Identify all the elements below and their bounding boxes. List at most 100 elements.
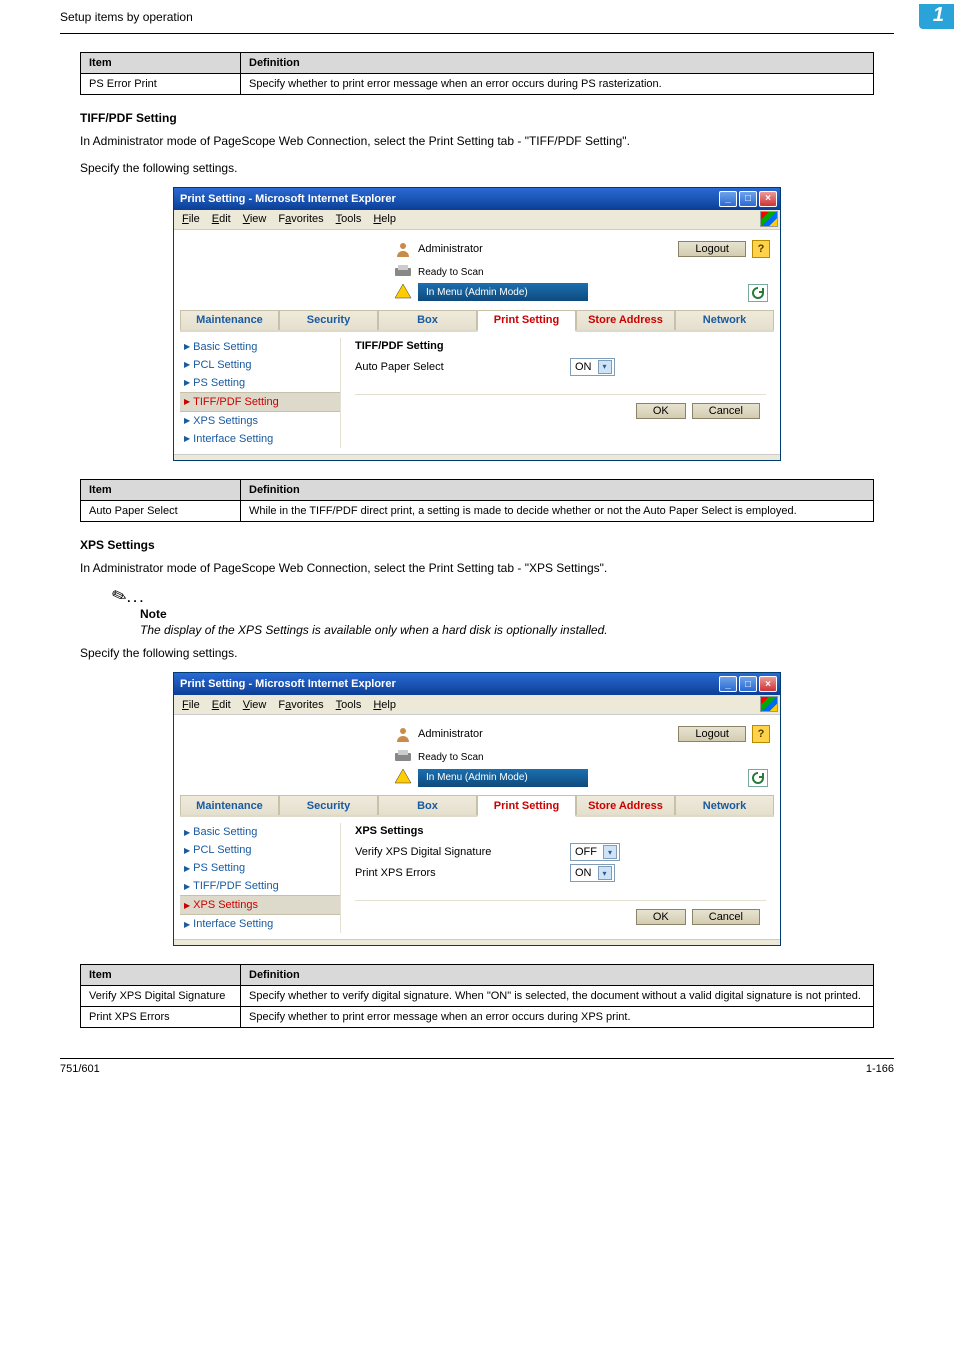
- tab-network[interactable]: Network: [675, 795, 774, 815]
- sidebar-item-interface[interactable]: ▶Interface Setting: [180, 430, 340, 448]
- tab-network[interactable]: Network: [675, 310, 774, 330]
- table-cell-item: PS Error Print: [81, 74, 241, 95]
- note-text: The display of the XPS Settings is avail…: [140, 623, 874, 637]
- sidebar-item-basic[interactable]: ▶Basic Setting: [180, 823, 340, 841]
- menu-favorites[interactable]: Favorites: [274, 213, 327, 225]
- close-icon[interactable]: ×: [759, 676, 777, 692]
- maximize-icon[interactable]: □: [739, 191, 757, 207]
- ready-status-text: Ready to Scan: [418, 752, 484, 763]
- menu-help[interactable]: Help: [369, 699, 400, 711]
- sidebar-item-label: Basic Setting: [193, 341, 257, 353]
- logout-button[interactable]: Logout: [678, 241, 746, 257]
- sidebar-item-basic[interactable]: ▶Basic Setting: [180, 338, 340, 356]
- tab-security[interactable]: Security: [279, 310, 378, 330]
- ok-button[interactable]: OK: [636, 909, 686, 925]
- sidebar-item-label: PS Setting: [193, 862, 245, 874]
- menu-view[interactable]: View: [239, 213, 271, 225]
- cancel-button[interactable]: Cancel: [692, 909, 760, 925]
- mode-indicator: In Menu (Admin Mode): [418, 769, 588, 787]
- menu-edit[interactable]: Edit: [208, 699, 235, 711]
- chapter-badge: 1: [919, 4, 954, 29]
- minimize-icon[interactable]: _: [719, 191, 737, 207]
- sidebar-item-xps[interactable]: ▶XPS Settings: [180, 895, 340, 915]
- menu-edit[interactable]: Edit: [208, 213, 235, 225]
- help-icon[interactable]: ?: [752, 725, 770, 743]
- chevron-down-icon: ▾: [598, 866, 612, 880]
- select-auto-paper[interactable]: ON ▾: [570, 358, 615, 376]
- menu-help[interactable]: Help: [369, 213, 400, 225]
- triangle-icon: ▶: [184, 920, 190, 929]
- menu-file[interactable]: File: [178, 699, 204, 711]
- ie-logo-icon: [760, 211, 778, 227]
- sidebar-item-pcl[interactable]: ▶PCL Setting: [180, 356, 340, 374]
- close-icon[interactable]: ×: [759, 191, 777, 207]
- body-text: In Administrator mode of PageScope Web C…: [80, 133, 874, 150]
- ie-menubar: File Edit View Favorites Tools Help: [174, 210, 780, 230]
- triangle-icon: ▶: [184, 342, 190, 351]
- select-value: ON: [575, 361, 592, 373]
- cancel-button[interactable]: Cancel: [692, 403, 760, 419]
- triangle-icon: ▶: [184, 882, 190, 891]
- refresh-icon[interactable]: [748, 284, 768, 302]
- administrator-label: Administrator: [418, 728, 483, 740]
- help-icon[interactable]: ?: [752, 240, 770, 258]
- window-statusbar: [174, 454, 780, 460]
- body-text: In Administrator mode of PageScope Web C…: [80, 560, 874, 577]
- menu-file[interactable]: File: [178, 213, 204, 225]
- form-label-auto-paper: Auto Paper Select: [355, 361, 550, 373]
- tab-print-setting[interactable]: Print Setting: [477, 310, 576, 332]
- tab-store-address[interactable]: Store Address: [576, 310, 675, 330]
- table-cell-definition: Specify whether to print error message w…: [241, 1007, 874, 1028]
- sidebar-item-interface[interactable]: ▶Interface Setting: [180, 915, 340, 933]
- panel-title: XPS Settings: [355, 825, 766, 837]
- triangle-icon: ▶: [184, 360, 190, 369]
- main-panel: TIFF/PDF Setting Auto Paper Select ON ▾ …: [340, 338, 774, 448]
- tab-maintenance[interactable]: Maintenance: [180, 310, 279, 330]
- sidebar-item-ps[interactable]: ▶PS Setting: [180, 859, 340, 877]
- triangle-icon: ▶: [184, 416, 190, 425]
- triangle-icon: ▶: [184, 378, 190, 387]
- table-header-definition: Definition: [241, 479, 874, 500]
- sidebar-item-tiffpdf[interactable]: ▶TIFF/PDF Setting: [180, 877, 340, 895]
- menu-tools[interactable]: Tools: [332, 699, 366, 711]
- warning-icon: [394, 768, 412, 787]
- tab-box[interactable]: Box: [378, 310, 477, 330]
- table-header-item: Item: [81, 965, 241, 986]
- main-panel: XPS Settings Verify XPS Digital Signatur…: [340, 823, 774, 933]
- triangle-icon: ▶: [184, 901, 190, 910]
- maximize-icon[interactable]: □: [739, 676, 757, 692]
- screenshot-xps: Print Setting - Microsoft Internet Explo…: [173, 672, 781, 946]
- warning-icon: [394, 283, 412, 302]
- tab-security[interactable]: Security: [279, 795, 378, 815]
- screenshot-tiffpdf: Print Setting - Microsoft Internet Explo…: [173, 187, 781, 461]
- form-label-print-xps-errors: Print XPS Errors: [355, 867, 550, 879]
- minimize-icon[interactable]: _: [719, 676, 737, 692]
- sidebar-item-xps[interactable]: ▶XPS Settings: [180, 412, 340, 430]
- sidebar-item-ps[interactable]: ▶PS Setting: [180, 374, 340, 392]
- sidebar-item-pcl[interactable]: ▶PCL Setting: [180, 841, 340, 859]
- tab-box[interactable]: Box: [378, 795, 477, 815]
- table-cell-definition: Specify whether to print error message w…: [241, 74, 874, 95]
- sidebar: ▶Basic Setting ▶PCL Setting ▶PS Setting …: [180, 338, 340, 448]
- tab-store-address[interactable]: Store Address: [576, 795, 675, 815]
- logout-button[interactable]: Logout: [678, 726, 746, 742]
- sidebar-item-label: Interface Setting: [193, 918, 273, 930]
- menu-tools[interactable]: Tools: [332, 213, 366, 225]
- definition-table-xps: Item Definition Verify XPS Digital Signa…: [80, 964, 874, 1028]
- administrator-icon: [394, 240, 412, 258]
- menu-favorites[interactable]: Favorites: [274, 699, 327, 711]
- tab-row: Maintenance Security Box Print Setting S…: [180, 310, 774, 332]
- select-verify-xps[interactable]: OFF ▾: [570, 843, 620, 861]
- tab-maintenance[interactable]: Maintenance: [180, 795, 279, 815]
- table-cell-item: Auto Paper Select: [81, 500, 241, 521]
- ok-button[interactable]: OK: [636, 403, 686, 419]
- refresh-icon[interactable]: [748, 769, 768, 787]
- breadcrumb: Setup items by operation: [60, 10, 193, 24]
- sidebar-item-label: PS Setting: [193, 377, 245, 389]
- tab-print-setting[interactable]: Print Setting: [477, 795, 576, 817]
- select-print-xps-errors[interactable]: ON ▾: [570, 864, 615, 882]
- sidebar-item-tiffpdf[interactable]: ▶TIFF/PDF Setting: [180, 392, 340, 412]
- tab-row: Maintenance Security Box Print Setting S…: [180, 795, 774, 817]
- menu-view[interactable]: View: [239, 699, 271, 711]
- ie-logo-icon: [760, 696, 778, 712]
